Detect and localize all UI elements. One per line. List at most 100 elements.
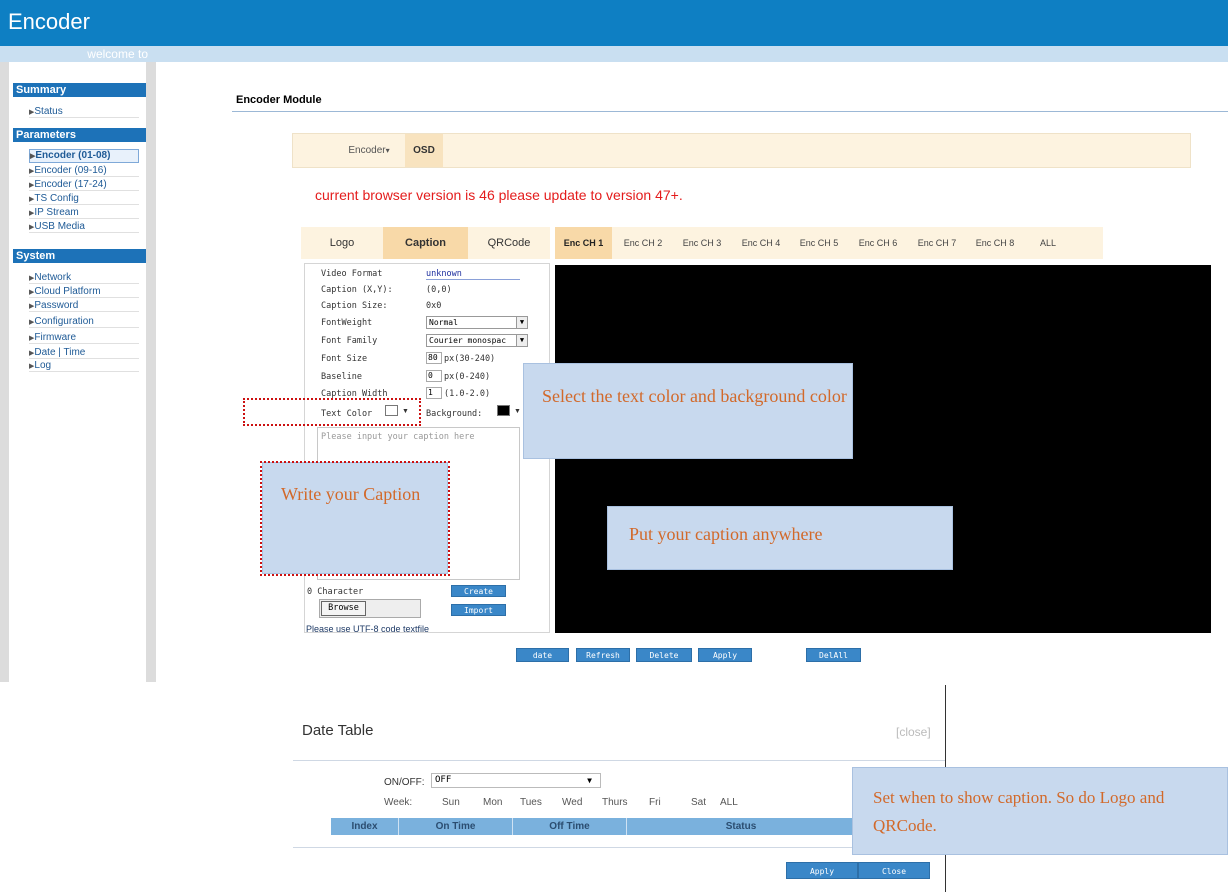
fontweight-select[interactable]: Normal ▼ xyxy=(426,316,528,329)
tab-enc-ch-1[interactable]: Enc CH 1 xyxy=(555,227,612,259)
week-label: Week: xyxy=(384,797,413,808)
caption-xy-value: (0,0) xyxy=(426,285,452,295)
tab-enc-ch-4[interactable]: Enc CH 4 xyxy=(735,227,787,259)
day-wed[interactable]: Wed xyxy=(562,797,582,808)
dropdown-arrow-icon: ▾ xyxy=(385,146,390,155)
title-divider xyxy=(232,111,1228,112)
tab-enc-ch-5[interactable]: Enc CH 5 xyxy=(793,227,845,259)
module-tabbar: Encoder▾ OSD xyxy=(292,133,1191,168)
delete-button[interactable]: Delete xyxy=(636,648,692,662)
channel-tabbar: Enc CH 1 Enc CH 2 Enc CH 3 Enc CH 4 Enc … xyxy=(555,227,1103,259)
sidebar-item-encoder-09-16[interactable]: ▶Encoder (09-16) xyxy=(29,165,139,177)
column-on-time: On Time xyxy=(399,818,513,835)
apply-button[interactable]: Apply xyxy=(698,648,752,662)
sidebar-item-ip-stream[interactable]: ▶IP Stream xyxy=(29,207,139,219)
sidebar-item-network[interactable]: ▶Network xyxy=(29,272,139,284)
caption-size-value: 0x0 xyxy=(426,301,442,311)
text-color-highlight xyxy=(243,398,421,426)
sidebar-item-label: Date | Time xyxy=(34,347,86,358)
sidebar-item-status[interactable]: ▶Status xyxy=(29,106,139,118)
background-color-swatch[interactable] xyxy=(497,405,510,416)
utf8-note: Please use UTF-8 code textfile xyxy=(306,624,430,634)
app-title: Encoder xyxy=(8,9,90,34)
column-status: Status xyxy=(725,821,757,832)
import-button[interactable]: Import xyxy=(451,604,506,616)
font-family-value: Courier monospac xyxy=(429,336,507,345)
font-size-input[interactable]: 80 xyxy=(426,352,442,364)
sidebar-item-password[interactable]: ▶Password xyxy=(29,300,139,312)
tab-logo[interactable]: Logo xyxy=(301,227,383,259)
sidebar-item-label: Encoder (17-24) xyxy=(34,179,107,190)
annotation-set-note: Set when to show caption. So do Logo and… xyxy=(852,767,1228,855)
sidebar-item-label: Cloud Platform xyxy=(34,286,101,297)
tab-enc-ch-3[interactable]: Enc CH 3 xyxy=(676,227,728,259)
fontweight-label: FontWeight xyxy=(321,318,373,328)
sidebar-item-usb-media[interactable]: ▶USB Media xyxy=(29,221,139,233)
fontweight-value: Normal xyxy=(429,318,458,327)
page-title: Encoder Module xyxy=(236,94,322,106)
frame-border-left xyxy=(0,62,9,682)
sidebar-item-ts-config[interactable]: ▶TS Config xyxy=(29,193,139,205)
refresh-button[interactable]: Refresh xyxy=(576,648,630,662)
file-input[interactable]: Browse xyxy=(319,599,421,618)
tab-enc-ch-2[interactable]: Enc CH 2 xyxy=(617,227,669,259)
tab-all[interactable]: ALL xyxy=(1031,227,1065,259)
tab-qrcode[interactable]: QRCode xyxy=(468,227,550,259)
sidebar-item-encoder-01-08[interactable]: ▶Encoder (01-08) xyxy=(29,149,139,163)
day-mon[interactable]: Mon xyxy=(483,797,502,808)
welcome-text: welcome to xyxy=(87,47,148,61)
sidebar-item-firmware[interactable]: ▶Firmware xyxy=(29,332,139,344)
sidebar-item-label: Status xyxy=(34,106,63,117)
column-off-time: Off Time xyxy=(513,818,627,835)
date-button[interactable]: date xyxy=(516,648,569,662)
chevron-down-icon: ▼ xyxy=(587,776,592,785)
date-apply-button[interactable]: Apply xyxy=(786,862,858,879)
onoff-value: OFF xyxy=(435,775,452,785)
sidebar-item-label: Configuration xyxy=(34,316,94,327)
sidebar-item-date-time[interactable]: ▶Date | Time xyxy=(29,347,139,359)
day-sun[interactable]: Sun xyxy=(442,797,460,808)
sidebar-item-log[interactable]: ▶Log xyxy=(29,360,139,372)
sidebar-header-summary: Summary xyxy=(13,83,146,97)
date-table-header: Index On Time Off Time Status xyxy=(331,818,855,835)
caption-width-input[interactable]: 1 xyxy=(426,387,442,399)
chevron-down-icon[interactable]: ▼ xyxy=(514,408,521,415)
tab-enc-ch-6[interactable]: Enc CH 6 xyxy=(852,227,904,259)
tab-osd[interactable]: OSD xyxy=(405,134,443,167)
sidebar-item-label: IP Stream xyxy=(34,207,79,218)
frame-border-mid xyxy=(146,62,156,682)
caption-width-range: (1.0-2.0) xyxy=(444,389,491,399)
date-close-button[interactable]: Close xyxy=(858,862,930,879)
delall-button[interactable]: DelAll xyxy=(806,648,861,662)
tab-enc-ch-7[interactable]: Enc CH 7 xyxy=(911,227,963,259)
day-thurs[interactable]: Thurs xyxy=(602,797,628,808)
sidebar-item-label: TS Config xyxy=(34,193,79,204)
onoff-select[interactable]: OFF ▼ xyxy=(431,773,601,788)
day-all[interactable]: ALL xyxy=(720,797,738,808)
browse-button[interactable]: Browse xyxy=(321,601,366,616)
close-link[interactable]: [close] xyxy=(896,725,931,739)
sidebar-item-label: Encoder (09-16) xyxy=(34,165,107,176)
tab-enc-ch-8[interactable]: Enc CH 8 xyxy=(969,227,1021,259)
browser-version-warning: current browser version is 46 please upd… xyxy=(315,187,683,203)
annotation-put-note: Put your caption anywhere xyxy=(607,506,953,570)
sidebar: Summary ▶Status Parameters ▶Encoder (01-… xyxy=(9,62,146,682)
day-sat[interactable]: Sat xyxy=(691,797,706,808)
sidebar-item-label: Log xyxy=(34,360,52,371)
day-fri[interactable]: Fri xyxy=(649,797,661,808)
sidebar-item-cloud-platform[interactable]: ▶Cloud Platform xyxy=(29,286,139,298)
sidebar-item-label: USB Media xyxy=(34,221,85,232)
font-family-select[interactable]: Courier monospac ▼ xyxy=(426,334,528,347)
sidebar-header-system: System xyxy=(13,249,146,263)
baseline-input[interactable]: 0 xyxy=(426,370,442,382)
day-tues[interactable]: Tues xyxy=(520,797,542,808)
create-button[interactable]: Create xyxy=(451,585,506,597)
caption-placeholder: Please input your caption here xyxy=(321,432,475,442)
sidebar-item-configuration[interactable]: ▶Configuration xyxy=(29,316,139,328)
dialog-divider xyxy=(293,760,945,761)
tab-encoder[interactable]: Encoder▾ xyxy=(333,134,405,167)
tab-caption[interactable]: Caption xyxy=(383,227,468,259)
caption-size-label: Caption Size: xyxy=(321,301,388,311)
sidebar-item-encoder-17-24[interactable]: ▶Encoder (17-24) xyxy=(29,179,139,191)
annotation-color-note: Select the text color and background col… xyxy=(523,363,853,459)
